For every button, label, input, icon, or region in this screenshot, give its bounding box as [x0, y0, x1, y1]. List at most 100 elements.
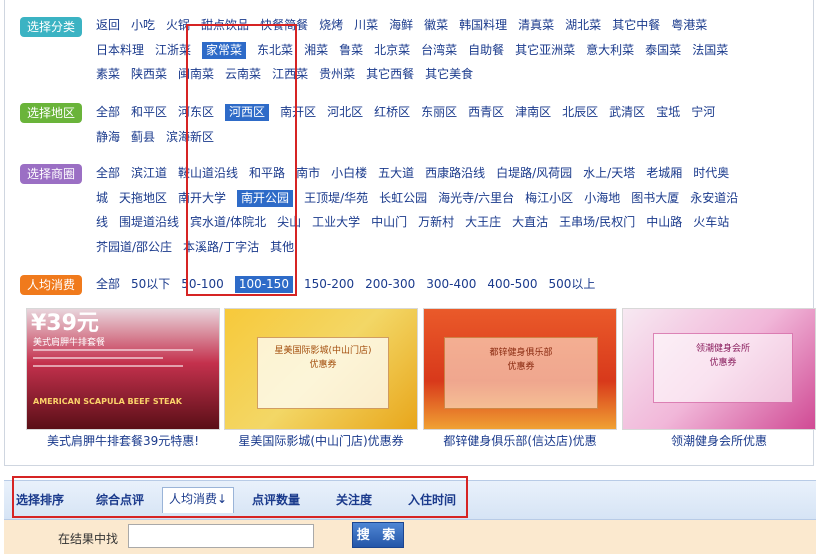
- cuisine-option[interactable]: 小吃: [131, 13, 155, 38]
- cuisine-option[interactable]: 清真菜: [518, 13, 554, 38]
- business-option[interactable]: 梅江小区: [525, 186, 573, 211]
- business-option[interactable]: 老城厢: [646, 161, 682, 186]
- business-option[interactable]: 小白楼: [331, 161, 367, 186]
- area-option[interactable]: 全部: [96, 100, 120, 125]
- promo-banner-cinema[interactable]: 星美国际影城(中山门店) 优惠券: [224, 308, 418, 430]
- promo-caption[interactable]: 星美国际影城(中山门店)优惠券: [224, 432, 418, 449]
- area-option[interactable]: 东丽区: [421, 100, 457, 125]
- area-option[interactable]: 河北区: [327, 100, 363, 125]
- cuisine-option[interactable]: 陕西菜: [131, 62, 167, 87]
- sort-attention[interactable]: 关注度: [336, 491, 372, 508]
- area-option[interactable]: 河东区: [178, 100, 214, 125]
- business-option[interactable]: 宾水道/体院北: [190, 210, 266, 235]
- sort-avg-price[interactable]: 人均消费↓: [162, 487, 235, 513]
- cuisine-option[interactable]: 粤港菜: [671, 13, 707, 38]
- business-option[interactable]: 永安道沿: [690, 186, 738, 211]
- business-option[interactable]: 长虹公园: [379, 186, 427, 211]
- promo-banner-fitness-center[interactable]: 领潮健身会所 优惠券: [622, 308, 816, 430]
- business-option[interactable]: 天拖地区: [119, 186, 167, 211]
- cuisine-option[interactable]: 烧烤: [319, 13, 343, 38]
- cuisine-option[interactable]: 云南菜: [225, 62, 261, 87]
- business-option[interactable]: 本溪路/丁字沽: [183, 235, 259, 260]
- area-option[interactable]: 南开区: [280, 100, 316, 125]
- business-option[interactable]: 海光寺/六里台: [438, 186, 514, 211]
- price-option[interactable]: 全部: [96, 272, 120, 297]
- area-option[interactable]: 西青区: [468, 100, 504, 125]
- business-option[interactable]: 王顶堤/华苑: [304, 186, 368, 211]
- price-option[interactable]: 300-400: [426, 272, 476, 297]
- search-input[interactable]: [128, 524, 314, 548]
- price-option[interactable]: 100-150: [234, 276, 293, 293]
- area-option[interactable]: 蓟县: [131, 125, 155, 150]
- area-option[interactable]: 静海: [96, 125, 120, 150]
- cuisine-option[interactable]: 其它中餐: [612, 13, 660, 38]
- price-option[interactable]: 50以下: [131, 272, 170, 297]
- cuisine-option[interactable]: 北京菜: [374, 38, 410, 63]
- cuisine-option[interactable]: 江浙菜: [155, 38, 191, 63]
- cuisine-option[interactable]: 火锅: [166, 13, 190, 38]
- promo-caption[interactable]: 美式肩胛牛排套餐39元特惠!: [26, 432, 220, 449]
- business-option[interactable]: 线: [96, 210, 108, 235]
- area-option[interactable]: 北辰区: [562, 100, 598, 125]
- cuisine-option[interactable]: 意大利菜: [586, 38, 634, 63]
- price-option[interactable]: 200-300: [365, 272, 415, 297]
- price-option[interactable]: 500以上: [549, 272, 596, 297]
- cuisine-option[interactable]: 江西菜: [272, 62, 308, 87]
- area-option[interactable]: 和平区: [131, 100, 167, 125]
- business-option[interactable]: 全部: [96, 161, 120, 186]
- cuisine-option[interactable]: 家常菜: [202, 41, 247, 59]
- cuisine-option[interactable]: 湘菜: [304, 38, 328, 63]
- business-option[interactable]: 鞍山道沿线: [178, 161, 238, 186]
- cuisine-option[interactable]: 东北菜: [257, 38, 293, 63]
- cuisine-option[interactable]: 湖北菜: [565, 13, 601, 38]
- business-option[interactable]: 火车站: [693, 210, 729, 235]
- cuisine-option[interactable]: 韩国料理: [459, 13, 507, 38]
- business-option[interactable]: 图书大厦: [631, 186, 679, 211]
- business-option[interactable]: 南市: [296, 161, 320, 186]
- price-option[interactable]: 50-100: [181, 272, 224, 297]
- area-option[interactable]: 宝坻: [656, 100, 680, 125]
- cuisine-option[interactable]: 返回: [96, 13, 120, 38]
- area-option[interactable]: 红桥区: [374, 100, 410, 125]
- business-option[interactable]: 围堤道沿线: [119, 210, 179, 235]
- promo-banner-steak[interactable]: ¥39元 美式肩胛牛排套餐 AMERICAN SCAPULA BEEF STEA…: [26, 308, 220, 430]
- cuisine-option[interactable]: 其它亚洲菜: [515, 38, 575, 63]
- promo-banner-fitness-club[interactable]: 都锌健身俱乐部 优惠券: [423, 308, 617, 430]
- cuisine-option[interactable]: 自助餐: [468, 38, 504, 63]
- sort-review-count[interactable]: 点评数量: [252, 491, 300, 508]
- business-option[interactable]: 中山门: [371, 210, 407, 235]
- business-option[interactable]: 时代奥: [693, 161, 729, 186]
- cuisine-option[interactable]: 贵州菜: [319, 62, 355, 87]
- cuisine-option[interactable]: 鲁菜: [339, 38, 363, 63]
- business-option[interactable]: 水上/天塔: [583, 161, 635, 186]
- business-option[interactable]: 王串场/民权门: [559, 210, 635, 235]
- cuisine-option[interactable]: 其它美食: [425, 62, 473, 87]
- cuisine-option[interactable]: 日本料理: [96, 38, 144, 63]
- cuisine-option[interactable]: 川菜: [354, 13, 378, 38]
- business-option[interactable]: 城: [96, 186, 108, 211]
- business-option[interactable]: 白堤路/风荷园: [496, 161, 572, 186]
- cuisine-option[interactable]: 快餐简餐: [260, 13, 308, 38]
- price-option[interactable]: 400-500: [487, 272, 537, 297]
- cuisine-option[interactable]: 其它西餐: [366, 62, 414, 87]
- business-option[interactable]: 和平路: [249, 161, 285, 186]
- area-option[interactable]: 津南区: [515, 100, 551, 125]
- sort-join-time[interactable]: 入住时间: [408, 491, 456, 508]
- business-option[interactable]: 小海地: [584, 186, 620, 211]
- business-option[interactable]: 工业大学: [312, 210, 360, 235]
- area-option[interactable]: 武清区: [609, 100, 645, 125]
- business-option[interactable]: 滨江道: [131, 161, 167, 186]
- cuisine-option[interactable]: 素菜: [96, 62, 120, 87]
- business-option[interactable]: 芥园道/邵公庄: [96, 235, 172, 260]
- cuisine-option[interactable]: 台湾菜: [421, 38, 457, 63]
- business-option[interactable]: 大直沽: [512, 210, 548, 235]
- business-option[interactable]: 中山路: [646, 210, 682, 235]
- cuisine-option[interactable]: 徽菜: [424, 13, 448, 38]
- promo-caption[interactable]: 都锌健身俱乐部(信达店)优惠: [423, 432, 617, 449]
- area-option[interactable]: 河西区: [225, 104, 270, 121]
- business-option[interactable]: 南开大学: [178, 186, 226, 211]
- cuisine-option[interactable]: 闽南菜: [178, 62, 214, 87]
- cuisine-option[interactable]: 法国菜: [692, 38, 728, 63]
- cuisine-option[interactable]: 泰国菜: [645, 38, 681, 63]
- business-option[interactable]: 南开公园: [237, 189, 294, 207]
